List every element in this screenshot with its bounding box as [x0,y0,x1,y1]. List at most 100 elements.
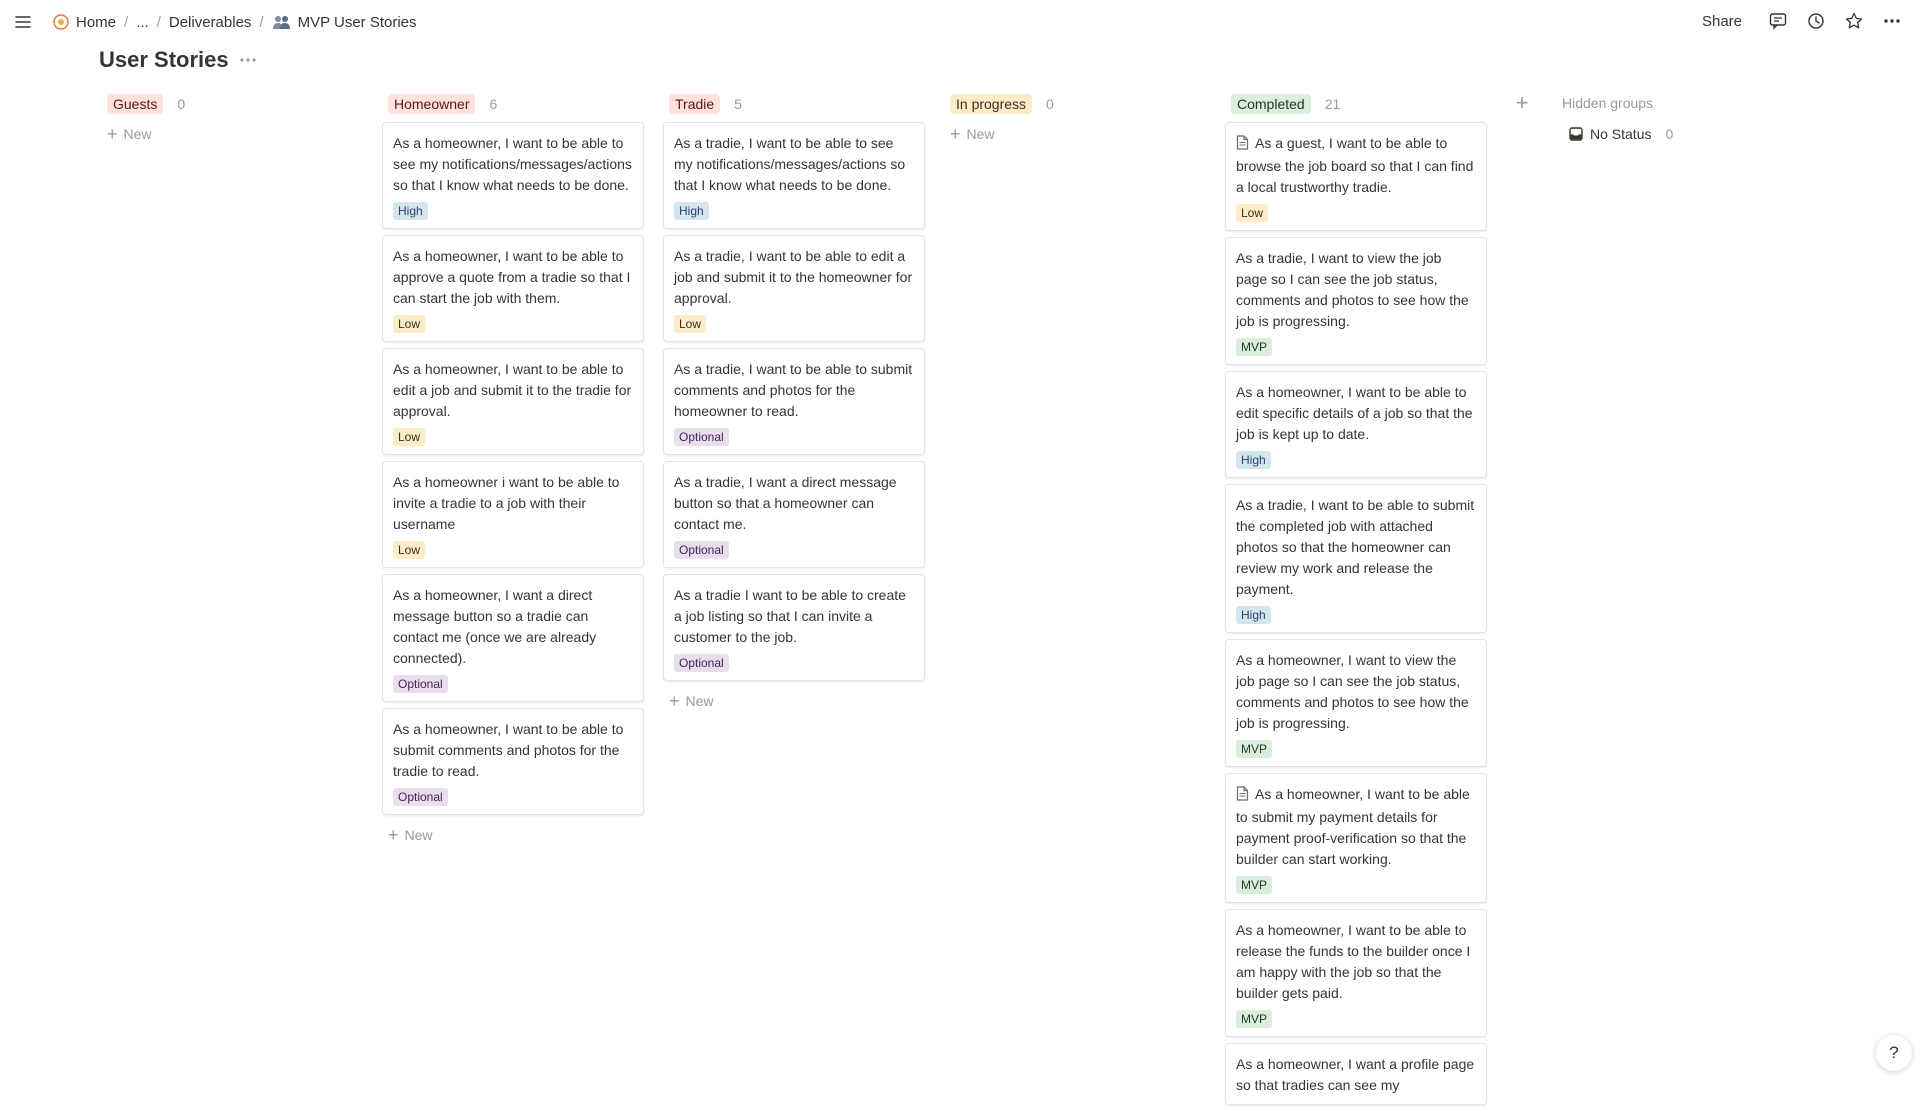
story-card[interactable]: As a homeowner, I want to be able to rel… [1225,909,1487,1037]
card-title-text: As a homeowner, I want to be able to rel… [1236,922,1471,1001]
card-title-text: As a tradie I want to be able to create … [674,587,906,645]
story-card[interactable]: As a homeowner, I want to be able to sub… [382,708,644,815]
group-name-tag[interactable]: Guests [107,94,164,114]
page-title: User Stories [99,47,229,72]
plus-icon: + [669,691,680,711]
hidden-group-label: No Status [1590,126,1652,142]
breadcrumb-deliverables[interactable]: Deliverables [165,12,256,33]
hidden-group-no-status[interactable]: No Status 0 [1568,126,1673,142]
card-title-text: As a tradie, I want to be able to submit… [1236,497,1475,597]
board-column: In progress 0 + New [944,92,1208,148]
card-title: As a homeowner, I want to be able to see… [393,133,633,196]
favorite-star-icon[interactable] [1842,9,1866,33]
add-group-icon[interactable]: + [1512,92,1532,114]
story-card[interactable]: As a tradie, I want to be able to see my… [663,122,925,229]
comments-icon[interactable] [1766,9,1790,33]
card-title: As a tradie, I want a direct message but… [674,472,914,535]
column-header: Guests 0 [101,92,365,116]
story-card[interactable]: As a homeowner, I want a profile page so… [1225,1043,1487,1105]
document-icon [1236,135,1249,156]
priority-tag: High [1236,606,1271,624]
story-card[interactable]: As a homeowner, I want to be able to see… [382,122,644,229]
priority-tag: MVP [1236,740,1273,758]
priority-tag: Optional [674,428,729,446]
card-title-text: As a homeowner i want to be able to invi… [393,474,620,532]
card-title: As a homeowner, I want to be able to edi… [1236,382,1476,445]
story-card[interactable]: As a tradie, I want to view the job page… [1225,237,1487,365]
group-name-tag[interactable]: Homeowner [388,94,476,114]
story-card[interactable]: As a tradie, I want a direct message but… [663,461,925,568]
group-name-tag[interactable]: Tradie [669,94,721,114]
priority-tag: Low [1236,204,1269,222]
priority-tag: High [1236,451,1271,469]
card-title-text: As a homeowner, I want to be able to sub… [1236,786,1470,867]
priority-tag: Low [674,315,707,333]
new-card-button[interactable]: + New [382,821,646,849]
group-count: 0 [177,96,186,112]
breadcrumb-label: Deliverables [168,13,252,31]
more-options-icon[interactable] [1880,9,1904,33]
story-card[interactable]: As a tradie, I want to be able to submit… [663,348,925,455]
story-card[interactable]: As a homeowner, I want to view the job p… [1225,639,1487,767]
story-card[interactable]: As a homeowner, I want a direct message … [382,574,644,702]
card-list: As a homeowner, I want to be able to see… [382,122,646,815]
card-title-text: As a tradie, I want a direct message but… [674,474,897,532]
story-card[interactable]: As a homeowner i want to be able to invi… [382,461,644,568]
board-column: Guests 0 + New [101,92,365,148]
card-title-text: As a homeowner, I want to view the job p… [1236,652,1469,731]
hidden-groups-label: Hidden groups [1562,95,1654,111]
story-card[interactable]: As a homeowner, I want to be able to app… [382,235,644,342]
card-list: As a guest, I want to be able to browse … [1225,122,1489,1105]
new-card-button[interactable]: + New [944,120,1208,148]
history-icon[interactable] [1804,9,1828,33]
priority-tag: Low [393,541,426,559]
share-button[interactable]: Share [1696,10,1748,33]
breadcrumb-label: MVP User Stories [297,13,417,31]
help-button[interactable]: ? [1876,1035,1912,1071]
plus-icon: + [388,825,399,845]
card-title: As a tradie, I want to be able to edit a… [674,246,914,309]
priority-tag: Optional [393,675,448,693]
story-card[interactable]: As a tradie, I want to be able to submit… [1225,484,1487,633]
new-card-label: New [404,827,433,843]
view-options-icon[interactable] [238,50,258,70]
card-title: As a tradie, I want to be able to submit… [674,359,914,422]
card-title: As a guest, I want to be able to browse … [1236,133,1476,198]
priority-tag: Optional [393,788,448,806]
story-card[interactable]: As a homeowner, I want to be able to sub… [1225,773,1487,903]
story-card[interactable]: As a tradie, I want to be able to edit a… [663,235,925,342]
top-actions: Share [1696,9,1904,33]
new-card-button[interactable]: + New [663,687,927,715]
story-card[interactable]: As a tradie I want to be able to create … [663,574,925,681]
card-title-text: As a tradie, I want to view the job page… [1236,250,1469,329]
new-card-label: New [685,693,714,709]
group-name-tag[interactable]: In progress [950,94,1033,114]
card-title-text: As a homeowner, I want to be able to see… [393,135,632,193]
group-name-tag[interactable]: Completed [1231,94,1311,114]
breadcrumb: Home / ... / Deliverables / MVP User Sto… [48,11,421,33]
card-title-text: As a homeowner, I want to be able to edi… [1236,384,1473,442]
priority-tag: High [674,202,709,220]
card-title: As a homeowner, I want to view the job p… [1236,650,1476,734]
breadcrumb-home[interactable]: Home [48,11,120,33]
card-title: As a homeowner, I want to be able to sub… [1236,784,1476,870]
breadcrumb-separator: / [124,13,129,31]
card-title: As a tradie, I want to be able to submit… [1236,495,1476,600]
card-title: As a homeowner, I want to be able to sub… [393,719,633,782]
board-column: Tradie 5 As a tradie, I want to be able to… [663,92,927,715]
card-title: As a homeowner, I want a direct message … [393,585,633,669]
story-card[interactable]: As a homeowner, I want to be able to edi… [382,348,644,455]
plus-icon: + [107,124,118,144]
sidebar-menu-icon[interactable] [14,13,32,31]
breadcrumb-separator: / [259,13,264,31]
story-card[interactable]: As a homeowner, I want to be able to edi… [1225,371,1487,478]
breadcrumb-ellipsis[interactable]: ... [132,12,153,33]
new-card-button[interactable]: + New [101,120,365,148]
breadcrumb-mvp-user-stories[interactable]: MVP User Stories [268,12,421,33]
inbox-icon [1568,126,1584,142]
breadcrumb-label: ... [136,13,149,31]
card-title-text: As a homeowner, I want a direct message … [393,587,597,666]
story-card[interactable]: As a guest, I want to be able to browse … [1225,122,1487,231]
card-title-text: As a tradie, I want to be able to edit a… [674,248,913,306]
priority-tag: Low [393,315,426,333]
